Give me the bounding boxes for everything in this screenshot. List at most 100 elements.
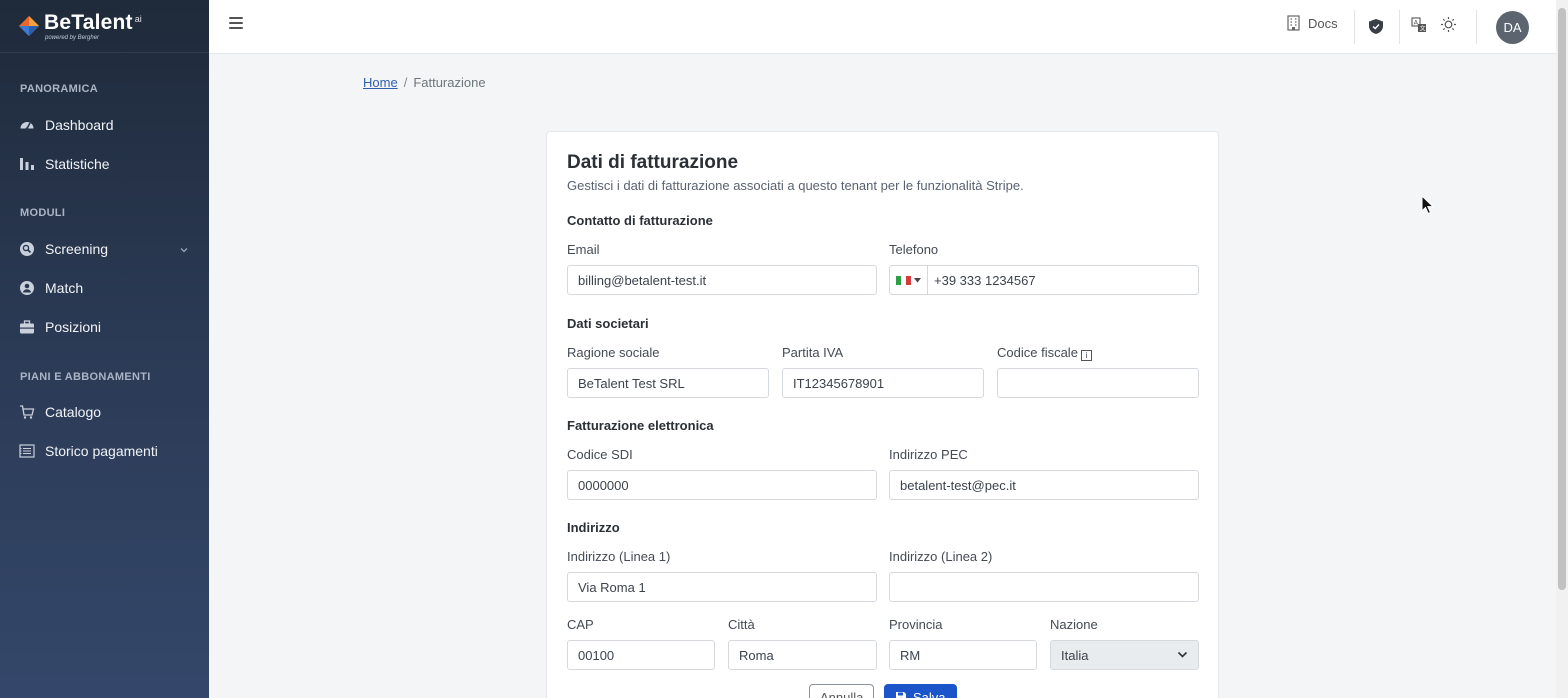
pec-label: Indirizzo PEC [889,447,968,462]
sdi-label: Codice SDI [567,447,633,462]
provincia-value: RM [900,647,921,663]
sidebar-item-label: Screening [45,241,109,257]
divider [1399,10,1400,44]
cap-label: CAP [567,617,594,632]
sidebar-item-storico-pagamenti[interactable]: Storico pagamenti [0,436,209,466]
avatar[interactable]: DA [1496,11,1529,44]
cancel-button[interactable]: Annulla [809,684,875,698]
scrollbar[interactable] [1556,0,1568,698]
sidebar-item-label: Match [45,280,84,296]
breadcrumb: Home / Fatturazione [363,75,486,90]
breadcrumb-separator: / [403,75,408,90]
sun-icon[interactable] [1440,16,1457,38]
citta-value: Roma [739,647,774,663]
sidebar: BeTalent ai powered by Bergher PANORAMICA… [0,0,209,698]
floppy-icon [896,692,906,698]
sidebar-item-label: Storico pagamenti [45,443,158,459]
piva-label: Partita IVA [782,345,844,360]
phone-label: Telefono [889,242,939,257]
page-title: Dati di fatturazione [567,152,739,173]
docs-label: Docs [1308,15,1338,31]
citta-label: Città [728,617,755,632]
logo-icon [18,15,40,37]
piva-value: IT12345678901 [793,375,885,391]
cart-icon [19,404,35,420]
sidebar-item-posizioni[interactable]: Posizioni [0,312,209,342]
ragione-value: BeTalent Test SRL [578,375,685,391]
brand-logo[interactable]: BeTalent ai powered by Bergher [0,0,209,53]
provincia-label: Provincia [889,617,943,632]
page-subtitle: Gestisci i dati di fatturazione associat… [567,178,1024,193]
divider [1354,10,1355,44]
receipt-icon [19,443,35,459]
section-address-title: Indirizzo [567,520,620,535]
sidebar-item-screening[interactable]: Screening [0,234,209,264]
sidebar-item-catalogo[interactable]: Catalogo [0,397,209,427]
breadcrumb-home-link[interactable]: Home [363,75,398,90]
ragione-sociale-field[interactable]: BeTalent Test SRL [567,368,769,398]
caret-down-icon [914,277,921,282]
section-einvoice-title: Fatturazione elettronica [567,418,714,433]
scrollbar-thumb[interactable] [1558,8,1566,590]
briefcase-icon [19,319,35,335]
sidebar-item-dashboard[interactable]: Dashboard [0,110,209,140]
cap-field[interactable]: 00100 [567,640,715,670]
divider [1476,10,1477,44]
country-code-select[interactable] [896,266,928,294]
billing-form-card: Dati di fatturazione Gestisci i dati di … [546,131,1219,698]
chevron-down-icon [179,242,189,253]
menu-toggle-icon[interactable] [229,17,243,31]
brand-tagline: powered by Bergher [45,34,100,41]
chevron-down-icon [1177,651,1188,658]
sidebar-section-piani: PIANI E ABBONAMENTI [20,371,151,383]
address-line1-field[interactable]: Via Roma 1 [567,572,877,602]
save-label: Salva [913,689,946,698]
search-doc-icon [19,241,35,257]
email-label: Email [567,242,600,257]
brand-ai: ai [134,14,142,25]
sidebar-item-label: Catalogo [45,404,102,420]
sdi-value: 0000000 [578,477,629,493]
sidebar-item-match[interactable]: Match [0,273,209,303]
provincia-field[interactable]: RM [889,640,1037,670]
cf-label-text: Codice fiscale [997,345,1078,360]
building-icon [1287,15,1300,31]
sidebar-item-label: Dashboard [45,117,114,133]
svg-text:A: A [1414,19,1419,27]
sidebar-item-statistiche[interactable]: Statistiche [0,149,209,179]
email-value: billing@betalent-test.it [578,272,707,288]
cf-label: Codice fiscale i [997,345,1092,361]
bar-chart-icon [19,156,35,172]
info-icon[interactable]: i [1080,350,1092,361]
sidebar-item-label: Posizioni [45,319,102,335]
citta-field[interactable]: Roma [728,640,877,670]
section-contact-title: Contatto di fatturazione [567,213,713,228]
address-line2-field[interactable] [889,572,1199,602]
codice-fiscale-field[interactable] [997,368,1199,398]
addr1-value: Via Roma 1 [578,579,646,595]
shield-icon[interactable] [1368,18,1384,40]
topbar: Docs A文 DA [209,0,1556,54]
sidebar-item-label: Statistiche [45,156,110,172]
nazione-label: Nazione [1050,617,1098,632]
translate-icon[interactable]: A文 [1411,17,1427,38]
pec-field[interactable]: betalent-test@pec.it [889,470,1199,500]
italy-flag-icon [896,275,911,285]
gauge-icon [19,117,35,133]
section-company-title: Dati societari [567,316,649,331]
nazione-select[interactable]: Italia [1050,640,1199,670]
addr2-label: Indirizzo (Linea 2) [889,549,993,564]
save-button[interactable]: Salva [884,684,957,698]
codice-sdi-field[interactable]: 0000000 [567,470,877,500]
user-badge-icon [19,280,35,296]
docs-link[interactable]: Docs [1287,15,1338,31]
nazione-value: Italia [1061,647,1089,663]
partita-iva-field[interactable]: IT12345678901 [782,368,984,398]
mouse-cursor-icon [1421,194,1435,220]
email-field[interactable]: billing@betalent-test.it [567,265,877,295]
svg-text:文: 文 [1420,25,1426,33]
phone-value: +39 333 1234567 [934,272,1036,288]
sidebar-section-moduli: MODULI [20,207,66,219]
phone-field[interactable]: +39 333 1234567 [889,265,1199,295]
pec-value: betalent-test@pec.it [900,477,1016,493]
